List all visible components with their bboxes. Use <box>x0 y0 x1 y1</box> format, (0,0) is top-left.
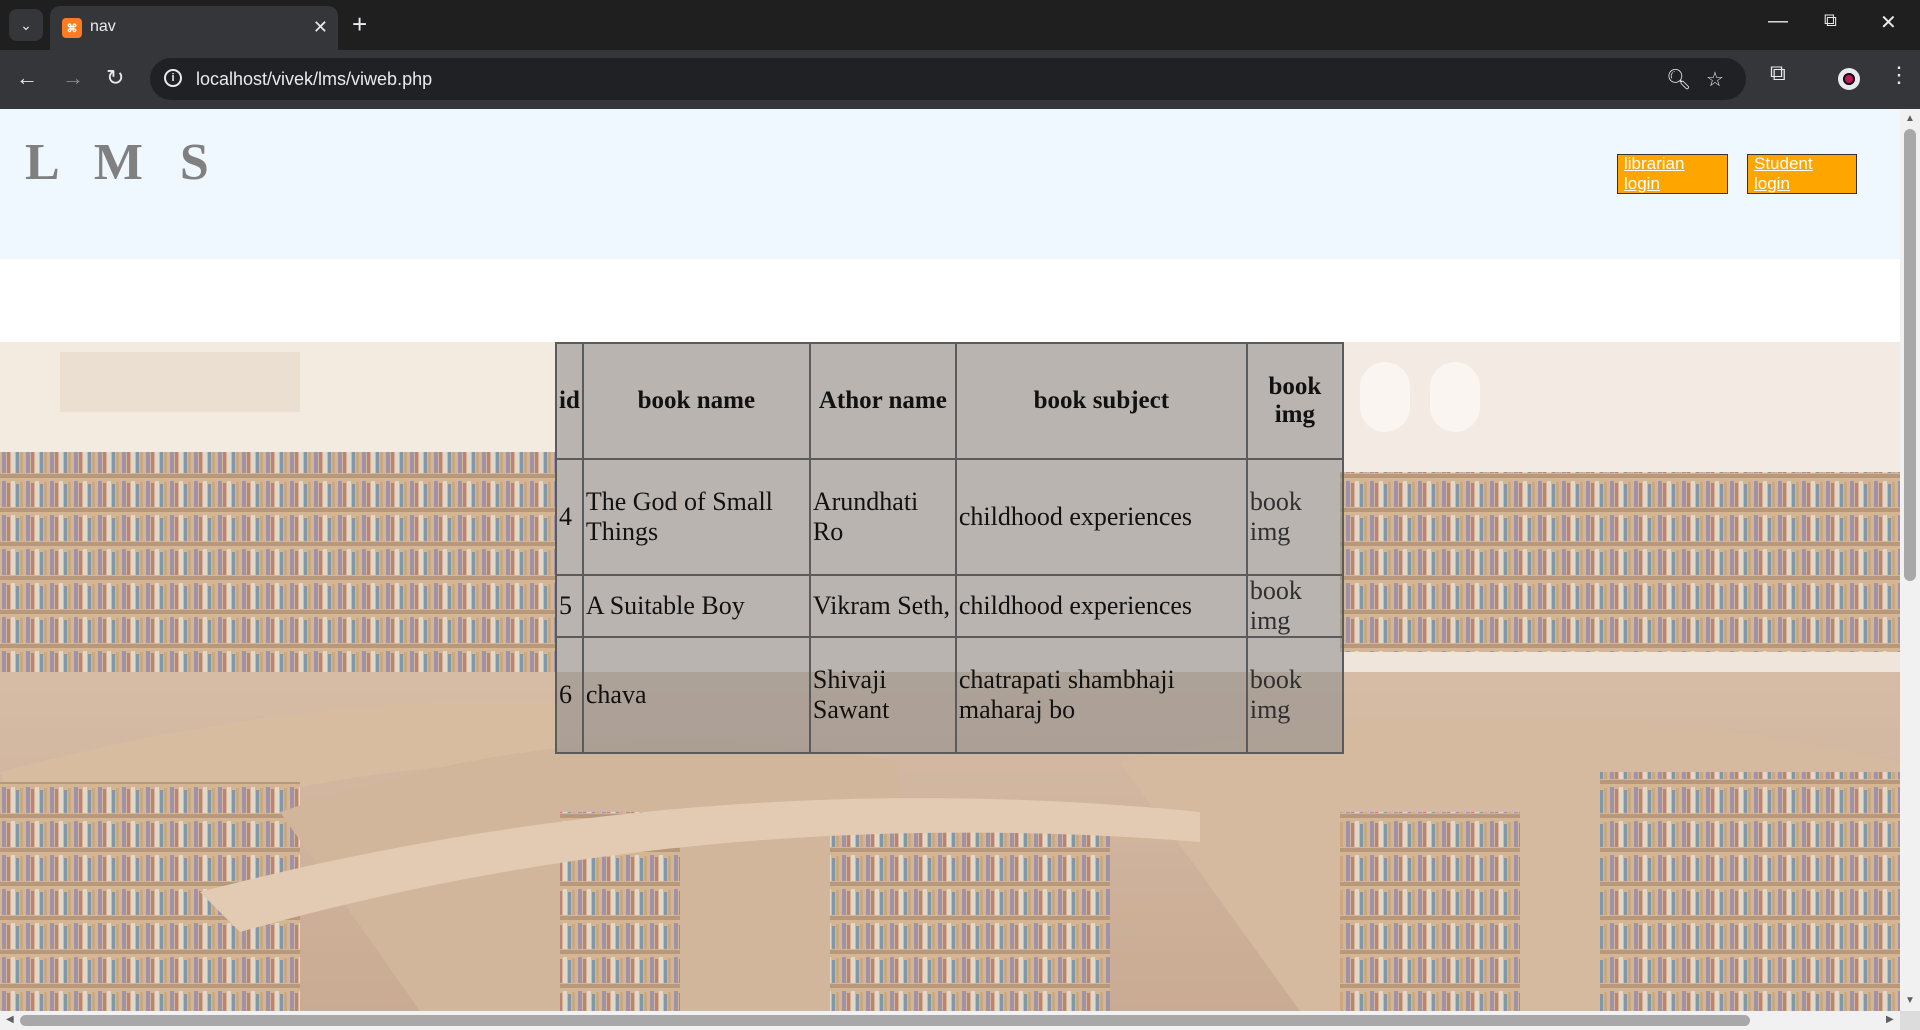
librarian-login-button[interactable]: librarian login <box>1617 154 1728 194</box>
scroll-right-icon[interactable]: ▶ <box>1886 1014 1894 1025</box>
address-bar[interactable]: i localhost/vivek/lms/viweb.php 🔍︎ ☆ <box>150 58 1746 100</box>
close-window-icon[interactable]: ✕ <box>1880 10 1897 35</box>
tab-search-button[interactable]: ⌄ <box>9 9 43 41</box>
reload-icon[interactable]: ↻ <box>106 64 124 92</box>
table-row: 5 A Suitable Boy Vikram Seth, childhood … <box>555 574 1344 638</box>
cell-author: Arundhati Ro <box>808 458 957 576</box>
table-row: 6 chava Shivaji Sawant chatrapati shambh… <box>555 636 1344 754</box>
browser-chrome: ⌄ ⌘ nav ✕ + — ⧉ ✕ ← → ↻ i localhost/vive… <box>0 0 1920 109</box>
scroll-left-icon[interactable]: ◀ <box>6 1014 14 1025</box>
url-text[interactable]: localhost/vivek/lms/viweb.php <box>196 69 432 90</box>
site-navbar: L M S librarian login Student login <box>0 109 1900 259</box>
library-background-image: id book name Athor name book subject boo… <box>0 342 1900 1011</box>
site-logo: L M S <box>25 134 221 191</box>
new-tab-button[interactable]: + <box>352 10 367 38</box>
vertical-scroll-thumb[interactable] <box>1904 129 1916 581</box>
vertical-scrollbar[interactable]: ▲ ▼ <box>1900 109 1920 1011</box>
more-menu-icon[interactable]: ⋮ <box>1888 62 1910 88</box>
table-row: 4 The God of Small Things Arundhati Ro c… <box>555 458 1344 576</box>
close-icon[interactable]: ✕ <box>313 17 328 37</box>
books-table: id book name Athor name book subject boo… <box>555 342 1344 754</box>
profile-avatar-icon[interactable] <box>1838 68 1860 90</box>
scrollbar-corner <box>1900 1011 1920 1030</box>
broken-image-icon: book img <box>1245 574 1344 638</box>
table-header-row: id book name Athor name book subject boo… <box>555 342 1344 460</box>
horizontal-scroll-thumb[interactable] <box>20 1015 1750 1026</box>
student-login-button[interactable]: Student login <box>1747 154 1857 194</box>
cell-book-name: A Suitable Boy <box>581 574 811 638</box>
cell-id: 5 <box>555 574 584 638</box>
cell-book-name: The God of Small Things <box>581 458 811 576</box>
page-viewport: L M S librarian login Student login id b… <box>0 109 1900 1011</box>
header-id: id <box>555 342 584 460</box>
header-subject: book subject <box>954 342 1248 460</box>
cell-id: 4 <box>555 458 584 576</box>
cell-subject: chatrapati shambhaji maharaj bo <box>954 636 1248 754</box>
cell-author: Vikram Seth, <box>808 574 957 638</box>
horizontal-scrollbar[interactable]: ◀ ▶ <box>0 1011 1900 1030</box>
header-book-name: book name <box>581 342 811 460</box>
tab-strip: ⌄ ⌘ nav ✕ + — ⧉ ✕ <box>0 0 1920 50</box>
header-author: Athor name <box>808 342 957 460</box>
xampp-icon: ⌘ <box>62 18 82 38</box>
cell-book-name: chava <box>581 636 811 754</box>
forward-arrow-icon[interactable]: → <box>62 64 84 92</box>
cell-subject: childhood experiences <box>954 574 1248 638</box>
cell-id: 6 <box>555 636 584 754</box>
tab-active[interactable]: ⌘ nav ✕ <box>50 6 338 50</box>
zoom-icon[interactable]: 🔍︎ <box>1666 67 1691 92</box>
tab-title: nav <box>90 18 116 35</box>
info-icon[interactable]: i <box>164 69 182 87</box>
broken-image-icon: book img <box>1245 458 1344 576</box>
cell-subject: childhood experiences <box>954 458 1248 576</box>
star-icon[interactable]: ☆ <box>1706 67 1724 92</box>
header-book-img: book img <box>1245 342 1344 460</box>
minimize-icon[interactable]: — <box>1768 10 1788 33</box>
restore-icon[interactable]: ⧉ <box>1824 10 1837 31</box>
browser-toolbar: ← → ↻ i localhost/vivek/lms/viweb.php 🔍︎… <box>0 50 1920 109</box>
broken-image-icon: book img <box>1245 636 1344 754</box>
back-arrow-icon[interactable]: ← <box>16 64 38 92</box>
scroll-up-icon[interactable]: ▲ <box>1905 113 1915 124</box>
chevron-down-icon: ⌄ <box>20 16 32 33</box>
cell-author: Shivaji Sawant <box>808 636 957 754</box>
scroll-down-icon[interactable]: ▼ <box>1905 995 1915 1006</box>
extensions-icon[interactable]: ⧉ <box>1770 60 1786 86</box>
